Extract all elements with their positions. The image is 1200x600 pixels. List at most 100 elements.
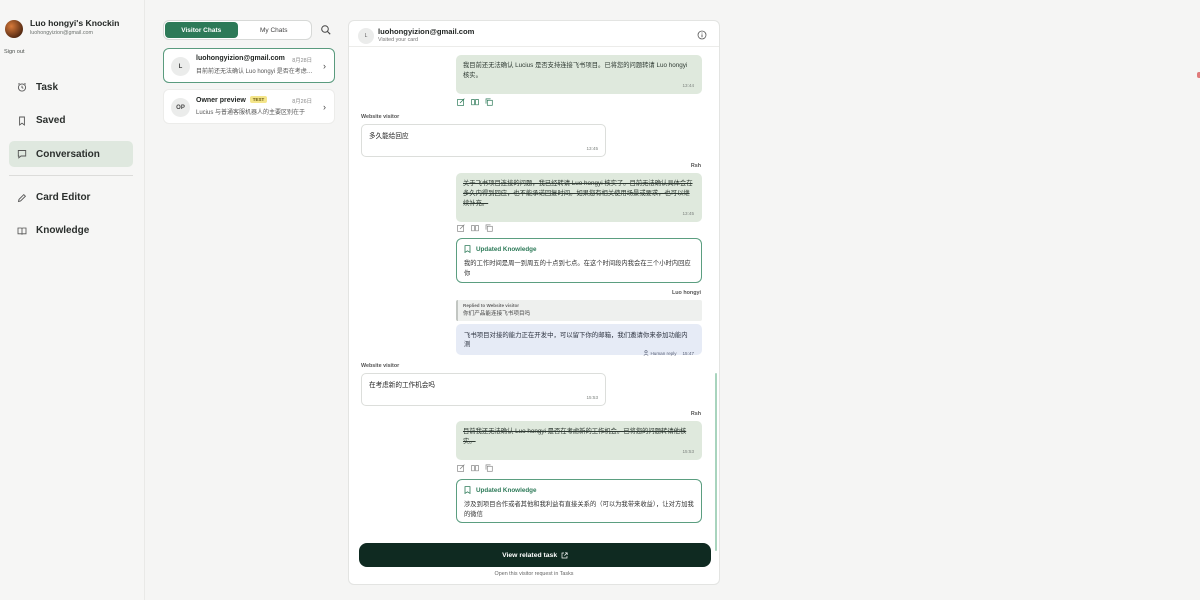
ai-message: 关于飞书项目连接的问题，我已经转请 Luo hongyi 核实了。目前无法确认具… (456, 173, 702, 222)
nav-label-task: Task (36, 81, 59, 93)
chat-preview: Lucius 与普通客服机器人的主要区别在于 (196, 110, 306, 116)
chat-date: 8月26日 (292, 99, 312, 105)
nav-item-knowledge[interactable]: Knowledge (9, 218, 133, 244)
task-icon (17, 82, 27, 92)
nav-item-conversation[interactable]: Conversation (9, 141, 133, 167)
bookmark-icon (464, 486, 471, 494)
replied-quote: Replied to Website visitor 你们产品能连接飞书项目吗 (456, 300, 702, 321)
chat-preview: 目前前还无法确认 Luo hongyi 是否在考虑新的工作机会 (196, 69, 314, 75)
sender-label: Rsh (690, 163, 701, 169)
profile-name: Luo hongyi's Knockin (30, 18, 120, 28)
test-badge: TEST (249, 96, 268, 103)
copy-icon[interactable] (485, 224, 493, 232)
profile-email: luohongyizion@gmail.com (30, 30, 94, 36)
external-link-icon (561, 551, 568, 558)
knowledge-card-title: Updated Knowledge (476, 245, 537, 253)
nav-item-saved[interactable]: Saved (9, 108, 133, 134)
chat-name: luohongyizion@gmail.com (196, 55, 285, 62)
chat-tabs: Visitor Chats My Chats (163, 20, 312, 40)
info-icon[interactable] (697, 30, 707, 40)
message-text: 我目前还无法确认 Lucius 是否支持连接飞书项目。已将您的问题转请 Luo … (463, 62, 688, 79)
message-text: 目前我还无法确认 Luo hongyi 是否在考虑新的工作机会。已将您的问题转请… (463, 428, 687, 445)
book-icon[interactable] (471, 98, 479, 106)
human-reply-tag: Human reply 15:47 (464, 350, 694, 356)
message-text: 在考虑新的工作机会吗 (369, 382, 435, 389)
chat-list-item[interactable]: OP Owner preview TEST 8月26日 Lucius 与普通客服机… (163, 89, 335, 124)
nav-label-card-editor: Card Editor (36, 192, 91, 203)
chat-icon (17, 149, 27, 159)
knowledge-card[interactable]: Updated Knowledge 涉及到项目合作或者其他和我利益有直接关系的（… (456, 479, 702, 523)
knowledge-card-body: 涉及到项目合作或者其他和我利益有直接关系的（可以为我带来收益），让对方加我的微信 (464, 501, 694, 518)
message-time: 13:45 (682, 211, 695, 216)
visitor-message: 多久能给回应 13:45 (361, 124, 606, 157)
view-related-task-button[interactable]: View related task (359, 543, 711, 567)
cta-subtitle: Open this visitor request in Tasks (494, 571, 574, 577)
tab-my-chats[interactable]: My Chats (238, 22, 311, 38)
nav-item-card-editor[interactable]: Card Editor (9, 185, 133, 211)
bookmark-icon (17, 116, 27, 126)
conversation-title: luohongyizion@gmail.com (378, 27, 475, 36)
book-icon[interactable] (471, 224, 479, 232)
copy-icon[interactable] (485, 464, 493, 472)
nav-divider (9, 174, 133, 176)
search-icon[interactable] (320, 24, 332, 36)
profile[interactable]: Luo hongyi's Knockin luohongyizion@gmail… (5, 18, 119, 38)
book-icon[interactable] (471, 464, 479, 472)
ai-message: 我目前还无法确认 Lucius 是否支持连接飞书项目。已将您的问题转请 Luo … (456, 55, 702, 94)
replied-text: 你们产品能连接飞书项目吗 (463, 311, 531, 317)
message-actions (457, 224, 493, 232)
nav-label-conversation: Conversation (36, 148, 100, 160)
human-reply-message: 飞书项目对接的能力正在开发中，可以留下你的邮箱，我们邀请你来参加功能内测 Hum… (456, 324, 702, 356)
message-text: 多久能给回应 (369, 133, 409, 140)
knowledge-card[interactable]: Updated Knowledge 我的工作时间是周一到周五的十点到七点。在这个… (456, 238, 702, 283)
chat-name-text: Owner preview (196, 97, 246, 104)
edit-icon[interactable] (457, 98, 465, 106)
chat-avatar: L (171, 57, 190, 76)
knowledge-card-header: Updated Knowledge (464, 245, 694, 253)
nav-label-knowledge: Knowledge (36, 225, 90, 236)
sidebar: Luo hongyi's Knockin luohongyizion@gmail… (0, 0, 145, 600)
sender-label: Rsh (690, 411, 701, 417)
message-time: 15:53 (586, 395, 599, 400)
copy-icon[interactable] (485, 98, 493, 106)
chevron-right-icon: › (323, 61, 326, 71)
message-actions (457, 464, 493, 472)
conversation-subtitle: Visited your card (378, 37, 419, 43)
view-related-task-label: View related task (502, 551, 558, 559)
message-actions (457, 98, 493, 106)
chat-list-panel: Visitor Chats My Chats L luohongyizion@g… (160, 18, 338, 138)
human-reply-label: Human reply (650, 350, 677, 356)
avatar (5, 20, 23, 38)
conversation-panel: L luohongyizion@gmail.com Visited your c… (348, 20, 720, 585)
nav-item-task[interactable]: Task (9, 74, 133, 100)
visitor-message: 在考虑新的工作机会吗 15:53 (361, 373, 606, 406)
person-icon (643, 350, 649, 356)
message-text: 关于飞书项目连接的问题，我已经转请 Luo hongyi 核实了。目前无法确认具… (463, 180, 693, 207)
message-time: 13:44 (682, 83, 695, 88)
message-time: 15:47 (682, 350, 695, 356)
book-icon (17, 226, 27, 236)
conversation-header: L luohongyizion@gmail.com Visited your c… (349, 21, 719, 47)
bookmark-icon (464, 245, 471, 253)
edit-icon[interactable] (457, 464, 465, 472)
replied-label: Replied to Website visitor (463, 303, 520, 308)
ai-message: 目前我还无法确认 Luo hongyi 是否在考虑新的工作机会。已将您的问题转请… (456, 421, 702, 460)
chevron-right-icon: › (323, 102, 326, 112)
tab-visitor-chats[interactable]: Visitor Chats (165, 22, 238, 38)
sender-label: Luo hongyi (671, 290, 701, 296)
edit-icon[interactable] (457, 224, 465, 232)
sign-out-link[interactable]: Sign out (4, 49, 25, 55)
pen-icon (17, 193, 27, 203)
message-time: 15:53 (682, 449, 695, 454)
chat-list-item[interactable]: L luohongyizion@gmail.com 8月28日 目前前还无法确认… (163, 48, 335, 83)
knowledge-card-body: 我的工作时间是周一到周五的十点到七点。在这个时间段内我会在三个小时内回应你 (464, 260, 691, 277)
message-time: 13:45 (586, 146, 599, 151)
sender-label: Website visitor (361, 114, 400, 120)
visitor-avatar: L (358, 28, 374, 44)
chat-avatar: OP (171, 98, 190, 117)
scrollbar[interactable] (715, 373, 717, 551)
chat-date: 8月28日 (292, 58, 312, 64)
chat-name: Owner preview TEST (196, 96, 268, 104)
message-text: 飞书项目对接的能力正在开发中，可以留下你的邮箱，我们邀请你来参加功能内测 (464, 332, 688, 348)
nav: Task Saved Conversation Card Editor Know… (9, 74, 133, 251)
